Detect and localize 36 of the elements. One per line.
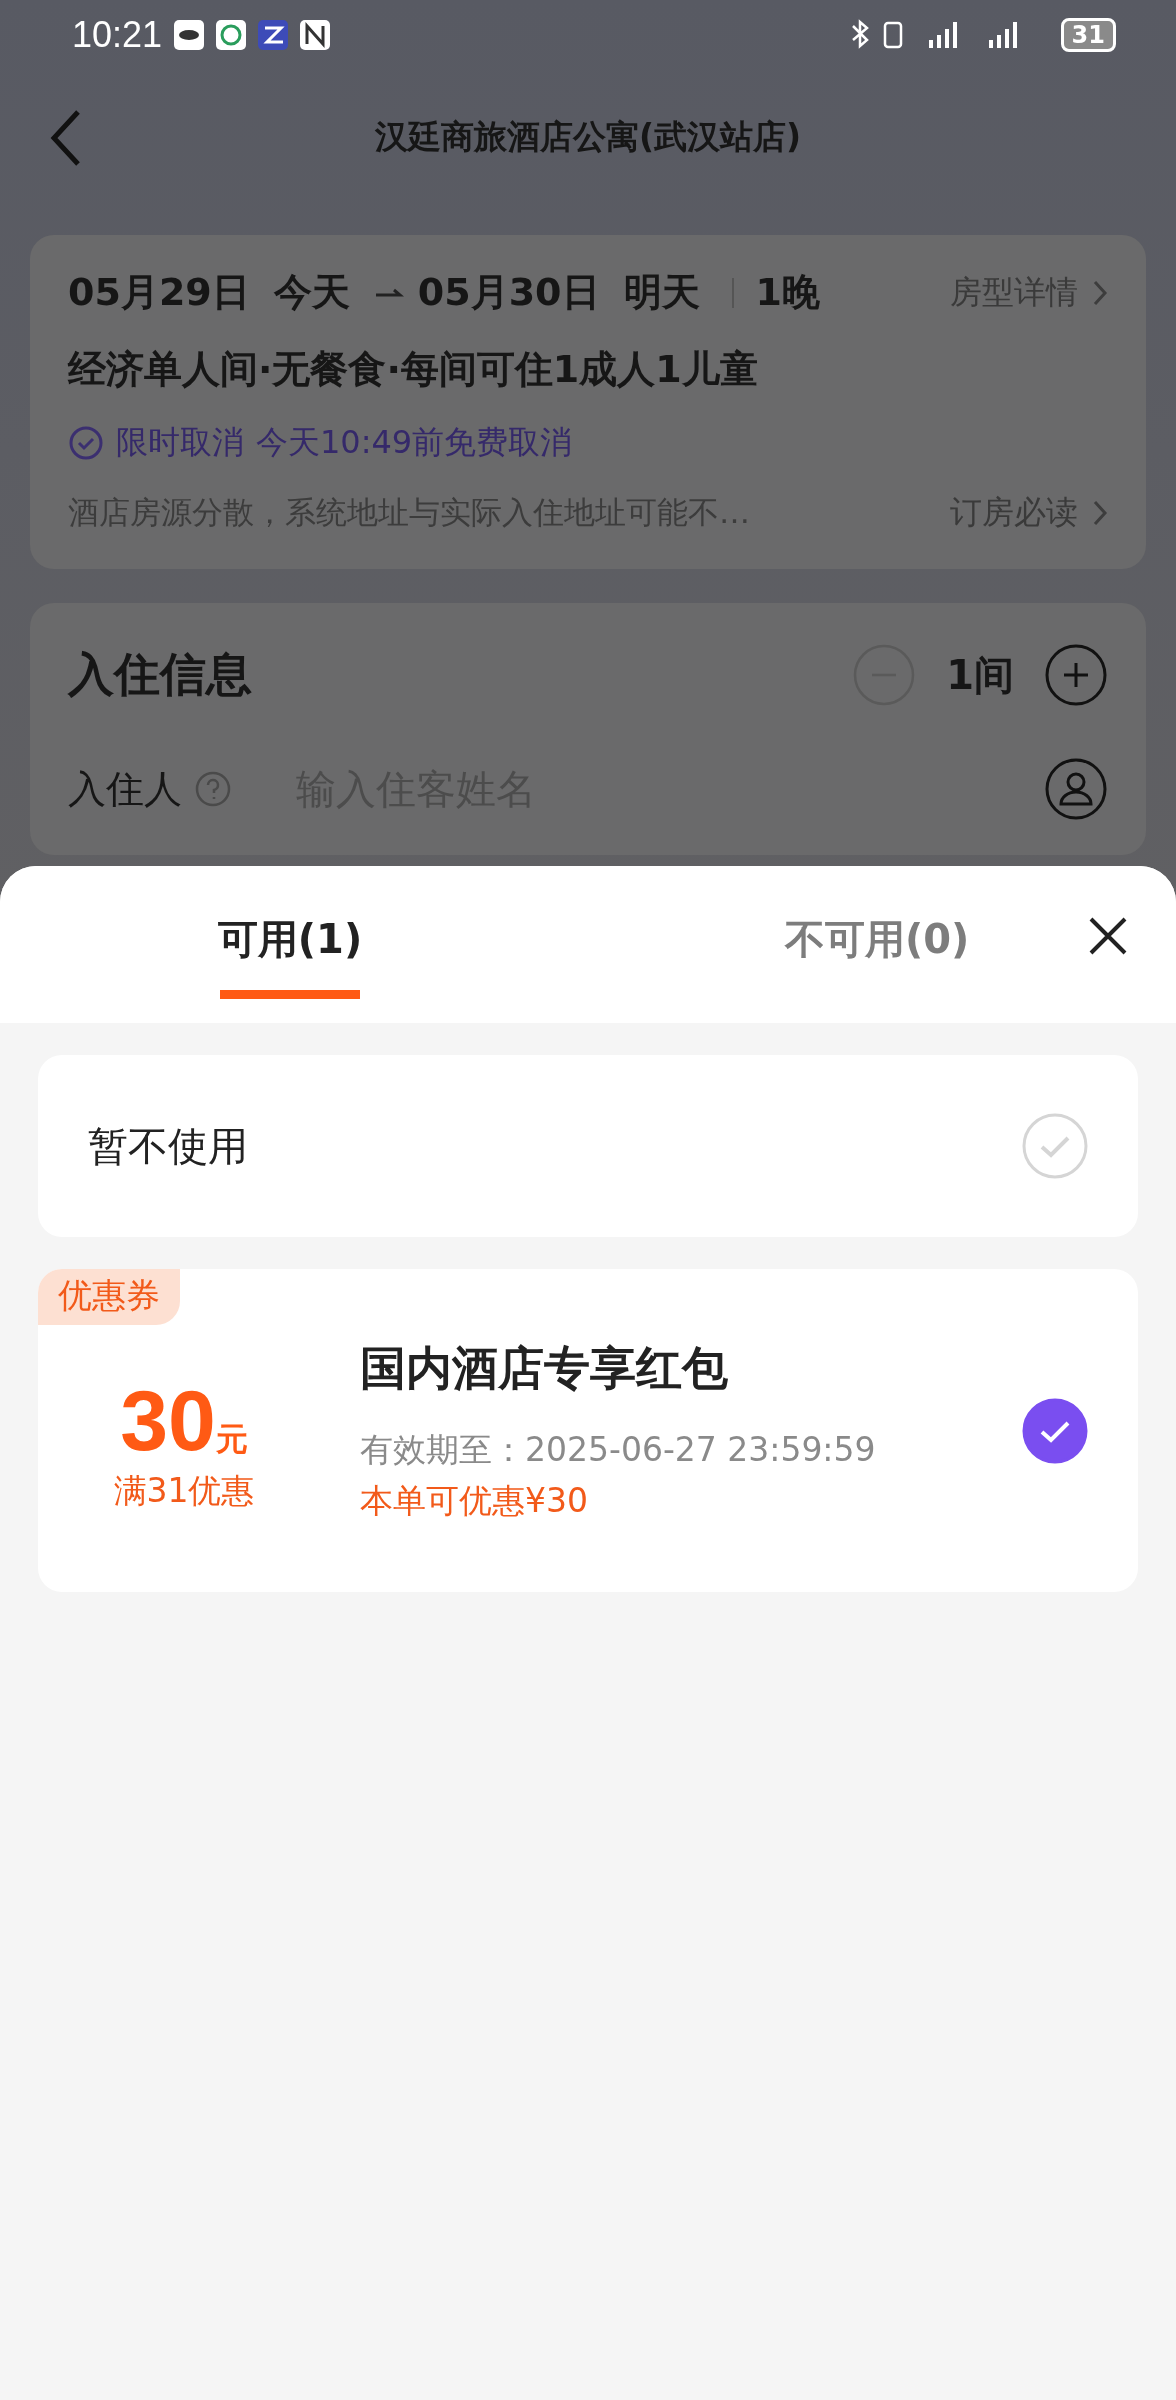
check-out-day: 明天 bbox=[623, 267, 700, 318]
coupon-tag: 优惠券 bbox=[38, 1269, 180, 1325]
zigzag-app-icon bbox=[258, 20, 289, 50]
check-circle-icon bbox=[68, 425, 104, 461]
nights: 1晚 bbox=[755, 269, 820, 316]
coupon-card[interactable]: 优惠券 30元 满31优惠 国内酒店专享红包 有效期至：2025-06-27 23:59:59 本单可优惠¥30 bbox=[38, 1269, 1138, 1592]
coupon-condition: 满31优惠 bbox=[113, 1470, 255, 1512]
hotel-title: 汉廷商旅酒店公寓(武汉站店) bbox=[373, 116, 803, 158]
section-title: 入住信息 bbox=[68, 646, 252, 703]
battery-level: 31 bbox=[1060, 18, 1116, 52]
contact-icon[interactable] bbox=[1044, 757, 1108, 821]
coupon-amount: 30 bbox=[120, 1377, 216, 1463]
chevron-icon bbox=[1092, 278, 1108, 307]
chevron-icon bbox=[1092, 499, 1108, 527]
coupon-saving: 本单可优惠¥30 bbox=[360, 1479, 589, 1522]
coupon-title: 国内酒店专享红包 bbox=[360, 1339, 729, 1397]
check-out-date: 05月30日 bbox=[417, 269, 600, 316]
guest-label: 入住人 bbox=[68, 765, 182, 813]
room-count: 1间 bbox=[946, 650, 1014, 700]
nfc-icon bbox=[300, 20, 331, 50]
option-card[interactable]: 暂不使用 bbox=[38, 1055, 1138, 1237]
fish-app-icon bbox=[174, 20, 205, 50]
radio-check-icon[interactable] bbox=[1022, 1397, 1088, 1464]
close-icon[interactable] bbox=[1088, 916, 1128, 956]
ring-app-icon bbox=[216, 20, 247, 50]
tab[interactable]: 不可用(0) bbox=[580, 882, 1176, 1007]
plus-button[interactable] bbox=[1044, 643, 1108, 707]
status-time: 10:21 bbox=[72, 14, 163, 56]
option-label: 暂不使用 bbox=[88, 1121, 248, 1171]
cancel-rule: 今天10:49前免费取消 bbox=[256, 422, 573, 463]
coupon-validity: 有效期至：2025-06-27 23:59:59 bbox=[360, 1428, 877, 1471]
room-description: 经济单人间·无餐食·每间可住1成人1儿童 bbox=[68, 346, 759, 393]
check-in-day: 今天 bbox=[273, 267, 350, 318]
check-in-date: 05月29日 bbox=[68, 269, 250, 316]
cancel-type: 限时取消 bbox=[116, 422, 244, 463]
currency-unit: 元 bbox=[215, 1420, 248, 1460]
